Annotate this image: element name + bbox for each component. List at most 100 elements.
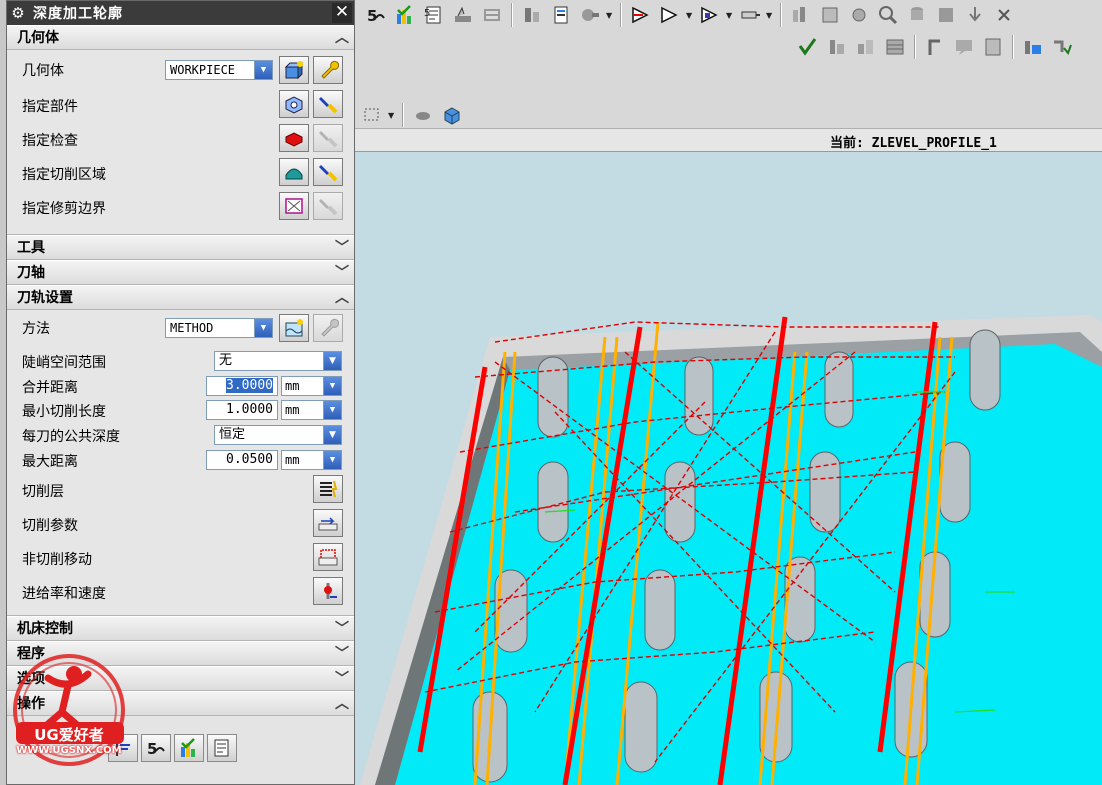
tool-button-c[interactable] [846,2,872,28]
tool-button-h[interactable] [824,34,850,60]
section-tool-header[interactable]: 工具 ﹀ [7,235,354,260]
edit-geometry-button[interactable] [313,56,343,84]
chevron-down-icon[interactable]: ▼ [323,377,341,395]
display-check-button[interactable] [313,124,343,152]
method-select[interactable]: METHOD ▼ [165,318,273,338]
chevron-up-icon[interactable]: ︿ [332,288,352,308]
geometry-select[interactable]: WORKPIECE ▼ [165,60,273,80]
new-method-button[interactable] [279,314,309,342]
tool-button-d[interactable] [904,2,930,28]
specify-check-button[interactable] [279,124,309,152]
chevron-down-icon[interactable]: ▼ [254,61,272,79]
dropdown-arrow-icon[interactable]: ▼ [766,11,774,20]
more-icon[interactable] [991,2,1017,28]
chevron-down-icon[interactable]: ﹀ [332,644,352,664]
create-tool-button[interactable] [657,2,683,28]
chevron-down-icon[interactable]: ﹀ [332,669,352,689]
document-button[interactable] [548,2,574,28]
chevron-down-icon[interactable]: ▼ [323,426,341,444]
section-geometry-body: 几何体 WORKPIECE ▼ 指定部件 指定检查 指定切削区域 指定修剪边界 [7,50,354,235]
toolbar-separator [780,3,782,27]
display-cut-area-button[interactable] [313,158,343,186]
toolbar-area: 5 5 ▼ ▼ ▼ ▼ ▼ [355,0,1102,130]
chevron-up-icon[interactable]: ︿ [332,694,352,714]
section-machine-control-header[interactable]: 机床控制 ﹀ [7,616,354,641]
display-trim-button[interactable] [313,192,343,220]
tool-button-l[interactable] [951,34,977,60]
tool-button-b[interactable] [817,2,843,28]
specify-trim-row: 指定修剪边界 [7,190,354,224]
merge-distance-input[interactable]: 3.0000 [206,376,278,396]
tool-button-m[interactable] [980,34,1006,60]
steep-range-value: 无 [219,353,233,368]
chevron-down-icon[interactable]: ▼ [323,352,341,370]
tool-button-o[interactable] [1049,34,1075,60]
chevron-down-icon[interactable]: ▼ [323,451,341,469]
list-button[interactable] [207,734,237,762]
tool-button-f[interactable] [962,2,988,28]
list-toolpath-button[interactable]: 5 [421,2,447,28]
max-distance-input[interactable]: 0.0500 [206,450,278,470]
min-cut-length-unit-select[interactable]: mm ▼ [281,400,342,420]
chevron-up-icon[interactable]: ︿ [332,28,352,48]
tool-button-j[interactable] [882,34,908,60]
ug-watermark-logo: UG爱好者 WWW.UGSNX.COM [8,652,130,770]
min-cut-length-input[interactable]: 1.0000 [206,400,278,420]
specify-part-button[interactable] [279,90,309,118]
replay-button[interactable]: 5 [141,734,171,762]
section-machine-control-label: 机床控制 [17,621,73,637]
dropdown-arrow-icon[interactable]: ▼ [726,11,734,20]
verify-toolpath-button[interactable] [392,2,418,28]
svg-text:5: 5 [147,740,157,758]
section-path-settings-header[interactable]: 刀轨设置 ︿ [7,285,354,310]
gear-icon[interactable]: ⚙ [7,4,29,22]
create-method-button[interactable] [737,2,763,28]
postprocess-button[interactable] [450,2,476,28]
tool-button-g[interactable] [795,34,821,60]
display-part-button[interactable] [313,90,343,118]
cube-view-icon[interactable] [439,102,465,128]
specify-cut-area-button[interactable] [279,158,309,186]
create-program-button[interactable] [628,2,654,28]
merge-distance-unit-select[interactable]: mm ▼ [281,376,342,396]
non-cut-moves-button[interactable] [313,543,343,571]
cut-params-button[interactable] [313,509,343,537]
verify-button[interactable] [174,734,204,762]
output-cls-button[interactable] [519,2,545,28]
selection-box-icon[interactable] [359,102,385,128]
chevron-down-icon[interactable]: ▼ [254,319,272,337]
shop-doc-button[interactable] [479,2,505,28]
dropdown-arrow-icon[interactable]: ▼ [606,11,614,20]
chevron-down-icon[interactable]: ▼ [323,401,341,419]
section-tool-axis-header[interactable]: 刀轴 ﹀ [7,260,354,285]
max-distance-unit-select[interactable]: mm ▼ [281,450,342,470]
dropdown-arrow-icon[interactable]: ▼ [686,11,694,20]
new-geometry-button[interactable] [279,56,309,84]
tool-button-n[interactable] [1020,34,1046,60]
tool-button-k[interactable] [922,34,948,60]
simulate-button[interactable] [577,2,603,28]
chevron-down-icon[interactable]: ﹀ [332,263,352,283]
merge-distance-label: 合并距离 [22,380,78,396]
chevron-down-icon[interactable]: ﹀ [332,619,352,639]
steep-range-select[interactable]: 无 ▼ [214,351,342,371]
cut-levels-button[interactable] [313,475,343,503]
tool-button-e[interactable] [933,2,959,28]
specify-trim-button[interactable] [279,192,309,220]
common-depth-select[interactable]: 恒定 ▼ [214,425,342,445]
generate-toolpath-button[interactable]: 5 [363,2,389,28]
magnify-icon[interactable] [875,2,901,28]
dialog-titlebar[interactable]: ⚙ 深度加工轮廓 ✕ [7,1,354,25]
tool-button-i[interactable] [853,34,879,60]
chevron-down-icon[interactable]: ﹀ [332,238,352,258]
tool-button-a[interactable] [788,2,814,28]
shaded-view-icon[interactable] [410,102,436,128]
section-tool-axis-label: 刀轴 [17,265,45,281]
section-geometry-header[interactable]: 几何体 ︿ [7,25,354,50]
close-icon[interactable]: ✕ [332,3,352,23]
feeds-speeds-button[interactable] [313,577,343,605]
edit-method-button[interactable] [313,314,343,342]
create-geometry-button[interactable] [697,2,723,28]
graphics-viewport[interactable] [355,152,1102,785]
dropdown-arrow-icon[interactable]: ▼ [388,111,396,120]
